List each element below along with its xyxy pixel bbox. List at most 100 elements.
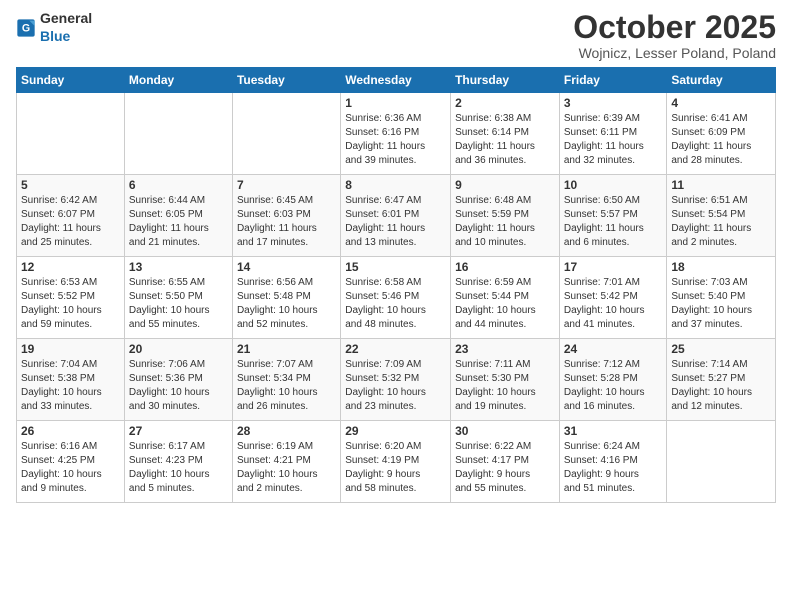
day-info: Sunrise: 6:48 AM Sunset: 5:59 PM Dayligh… bbox=[455, 194, 555, 250]
day-number: 4 bbox=[671, 96, 771, 110]
weekday-header: Friday bbox=[559, 68, 667, 93]
day-info: Sunrise: 6:45 AM Sunset: 6:03 PM Dayligh… bbox=[237, 194, 336, 250]
calendar-cell: 26Sunrise: 6:16 AM Sunset: 4:25 PM Dayli… bbox=[17, 421, 125, 503]
day-info: Sunrise: 6:41 AM Sunset: 6:09 PM Dayligh… bbox=[671, 112, 771, 168]
calendar-cell: 15 Sunrise: 6:58 AM Sunset: 5:46 PM Dayli… bbox=[341, 257, 451, 339]
day-number: 15 bbox=[345, 260, 446, 274]
day-info: Sunrise: 7:14 AM Sunset: 5:27 PM Dayligh… bbox=[671, 358, 771, 414]
calendar-cell: 10 Sunrise: 6:50 AM Sunset: 5:57 PM Dayli… bbox=[559, 175, 667, 257]
day-info: Sunrise: 6:47 AM Sunset: 6:01 PM Dayligh… bbox=[345, 194, 446, 250]
calendar-cell: 11 Sunrise: 6:51 AM Sunset: 5:54 PM Dayli… bbox=[667, 175, 776, 257]
day-info: Sunrise: 7:01 AM Sunset: 5:42 PM Dayligh… bbox=[564, 276, 663, 332]
calendar-cell: 17 Sunrise: 7:01 AM Sunset: 5:42 PM Dayli… bbox=[559, 257, 667, 339]
location-title: Wojnicz, Lesser Poland, Poland bbox=[573, 45, 776, 61]
day-number: 27 bbox=[129, 424, 228, 438]
day-number: 21 bbox=[237, 342, 336, 356]
calendar-cell: 12 Sunrise: 6:53 AM Sunset: 5:52 PM Dayli… bbox=[17, 257, 125, 339]
day-number: 18 bbox=[671, 260, 771, 274]
day-number: 6 bbox=[129, 178, 228, 192]
calendar-week-row: 5 Sunrise: 6:42 AM Sunset: 6:07 PM Daylig… bbox=[17, 175, 776, 257]
day-info: Sunrise: 6:42 AM Sunset: 6:07 PM Dayligh… bbox=[21, 194, 120, 250]
logo-text: General Blue bbox=[40, 10, 92, 46]
calendar-cell: 20Sunrise: 7:06 AM Sunset: 5:36 PM Dayli… bbox=[124, 339, 232, 421]
calendar-cell: 24 Sunrise: 7:12 AM Sunset: 5:28 PM Dayli… bbox=[559, 339, 667, 421]
day-number: 16 bbox=[455, 260, 555, 274]
calendar-cell bbox=[232, 93, 340, 175]
day-info: Sunrise: 6:22 AM Sunset: 4:17 PM Dayligh… bbox=[455, 440, 555, 496]
day-info: Sunrise: 6:56 AM Sunset: 5:48 PM Dayligh… bbox=[237, 276, 336, 332]
calendar-cell: 3 Sunrise: 6:39 AM Sunset: 6:11 PM Daylig… bbox=[559, 93, 667, 175]
calendar-cell: 27 Sunrise: 6:17 AM Sunset: 4:23 PM Dayli… bbox=[124, 421, 232, 503]
day-info: Sunrise: 6:17 AM Sunset: 4:23 PM Dayligh… bbox=[129, 440, 228, 496]
weekday-header: Wednesday bbox=[341, 68, 451, 93]
page-container: G General Blue October 2025 Wojnicz, Les… bbox=[0, 0, 792, 511]
day-info: Sunrise: 7:09 AM Sunset: 5:32 PM Dayligh… bbox=[345, 358, 446, 414]
day-number: 26 bbox=[21, 424, 120, 438]
calendar-cell: 7Sunrise: 6:45 AM Sunset: 6:03 PM Daylig… bbox=[232, 175, 340, 257]
calendar-cell bbox=[124, 93, 232, 175]
calendar-cell: 22 Sunrise: 7:09 AM Sunset: 5:32 PM Dayli… bbox=[341, 339, 451, 421]
calendar-cell bbox=[667, 421, 776, 503]
header: G General Blue October 2025 Wojnicz, Les… bbox=[16, 10, 776, 61]
day-info: Sunrise: 6:20 AM Sunset: 4:19 PM Dayligh… bbox=[345, 440, 446, 496]
day-info: Sunrise: 6:24 AM Sunset: 4:16 PM Dayligh… bbox=[564, 440, 663, 496]
calendar-cell: 4 Sunrise: 6:41 AM Sunset: 6:09 PM Daylig… bbox=[667, 93, 776, 175]
day-info: Sunrise: 6:53 AM Sunset: 5:52 PM Dayligh… bbox=[21, 276, 120, 332]
day-number: 2 bbox=[455, 96, 555, 110]
weekday-header: Sunday bbox=[17, 68, 125, 93]
day-number: 31 bbox=[564, 424, 663, 438]
calendar-week-row: 19Sunrise: 7:04 AM Sunset: 5:38 PM Dayli… bbox=[17, 339, 776, 421]
day-number: 24 bbox=[564, 342, 663, 356]
day-number: 23 bbox=[455, 342, 555, 356]
day-number: 22 bbox=[345, 342, 446, 356]
logo-general: General bbox=[40, 10, 92, 26]
calendar-cell: 1 Sunrise: 6:36 AM Sunset: 6:16 PM Daylig… bbox=[341, 93, 451, 175]
title-block: October 2025 Wojnicz, Lesser Poland, Pol… bbox=[573, 10, 776, 61]
calendar-cell: 31 Sunrise: 6:24 AM Sunset: 4:16 PM Dayli… bbox=[559, 421, 667, 503]
day-number: 8 bbox=[345, 178, 446, 192]
calendar-cell: 21 Sunrise: 7:07 AM Sunset: 5:34 PM Dayli… bbox=[232, 339, 340, 421]
day-info: Sunrise: 7:11 AM Sunset: 5:30 PM Dayligh… bbox=[455, 358, 555, 414]
day-number: 28 bbox=[237, 424, 336, 438]
calendar-cell bbox=[17, 93, 125, 175]
day-number: 14 bbox=[237, 260, 336, 274]
day-number: 25 bbox=[671, 342, 771, 356]
calendar-cell: 29 Sunrise: 6:20 AM Sunset: 4:19 PM Dayli… bbox=[341, 421, 451, 503]
weekday-header: Tuesday bbox=[232, 68, 340, 93]
calendar-cell: 13 Sunrise: 6:55 AM Sunset: 5:50 PM Dayli… bbox=[124, 257, 232, 339]
day-number: 17 bbox=[564, 260, 663, 274]
calendar-cell: 25 Sunrise: 7:14 AM Sunset: 5:27 PM Dayli… bbox=[667, 339, 776, 421]
day-info: Sunrise: 7:07 AM Sunset: 5:34 PM Dayligh… bbox=[237, 358, 336, 414]
calendar-cell: 9 Sunrise: 6:48 AM Sunset: 5:59 PM Daylig… bbox=[451, 175, 560, 257]
day-number: 12 bbox=[21, 260, 120, 274]
calendar: SundayMondayTuesdayWednesdayThursdayFrid… bbox=[16, 67, 776, 503]
day-info: Sunrise: 6:50 AM Sunset: 5:57 PM Dayligh… bbox=[564, 194, 663, 250]
day-info: Sunrise: 6:58 AM Sunset: 5:46 PM Dayligh… bbox=[345, 276, 446, 332]
day-number: 9 bbox=[455, 178, 555, 192]
day-number: 1 bbox=[345, 96, 446, 110]
day-number: 10 bbox=[564, 178, 663, 192]
day-info: Sunrise: 6:39 AM Sunset: 6:11 PM Dayligh… bbox=[564, 112, 663, 168]
day-info: Sunrise: 6:55 AM Sunset: 5:50 PM Dayligh… bbox=[129, 276, 228, 332]
day-info: Sunrise: 6:36 AM Sunset: 6:16 PM Dayligh… bbox=[345, 112, 446, 168]
calendar-cell: 6 Sunrise: 6:44 AM Sunset: 6:05 PM Daylig… bbox=[124, 175, 232, 257]
weekday-header-row: SundayMondayTuesdayWednesdayThursdayFrid… bbox=[17, 68, 776, 93]
logo-blue: Blue bbox=[40, 28, 70, 44]
day-number: 29 bbox=[345, 424, 446, 438]
day-number: 19 bbox=[21, 342, 120, 356]
logo: G General Blue bbox=[16, 10, 92, 46]
calendar-week-row: 1 Sunrise: 6:36 AM Sunset: 6:16 PM Daylig… bbox=[17, 93, 776, 175]
day-number: 11 bbox=[671, 178, 771, 192]
day-info: Sunrise: 6:44 AM Sunset: 6:05 PM Dayligh… bbox=[129, 194, 228, 250]
day-info: Sunrise: 6:59 AM Sunset: 5:44 PM Dayligh… bbox=[455, 276, 555, 332]
day-info: Sunrise: 6:51 AM Sunset: 5:54 PM Dayligh… bbox=[671, 194, 771, 250]
day-number: 5 bbox=[21, 178, 120, 192]
day-info: Sunrise: 7:12 AM Sunset: 5:28 PM Dayligh… bbox=[564, 358, 663, 414]
month-title: October 2025 bbox=[573, 10, 776, 45]
day-number: 3 bbox=[564, 96, 663, 110]
calendar-week-row: 12 Sunrise: 6:53 AM Sunset: 5:52 PM Dayli… bbox=[17, 257, 776, 339]
day-info: Sunrise: 6:19 AM Sunset: 4:21 PM Dayligh… bbox=[237, 440, 336, 496]
weekday-header: Thursday bbox=[451, 68, 560, 93]
day-number: 20 bbox=[129, 342, 228, 356]
day-number: 13 bbox=[129, 260, 228, 274]
